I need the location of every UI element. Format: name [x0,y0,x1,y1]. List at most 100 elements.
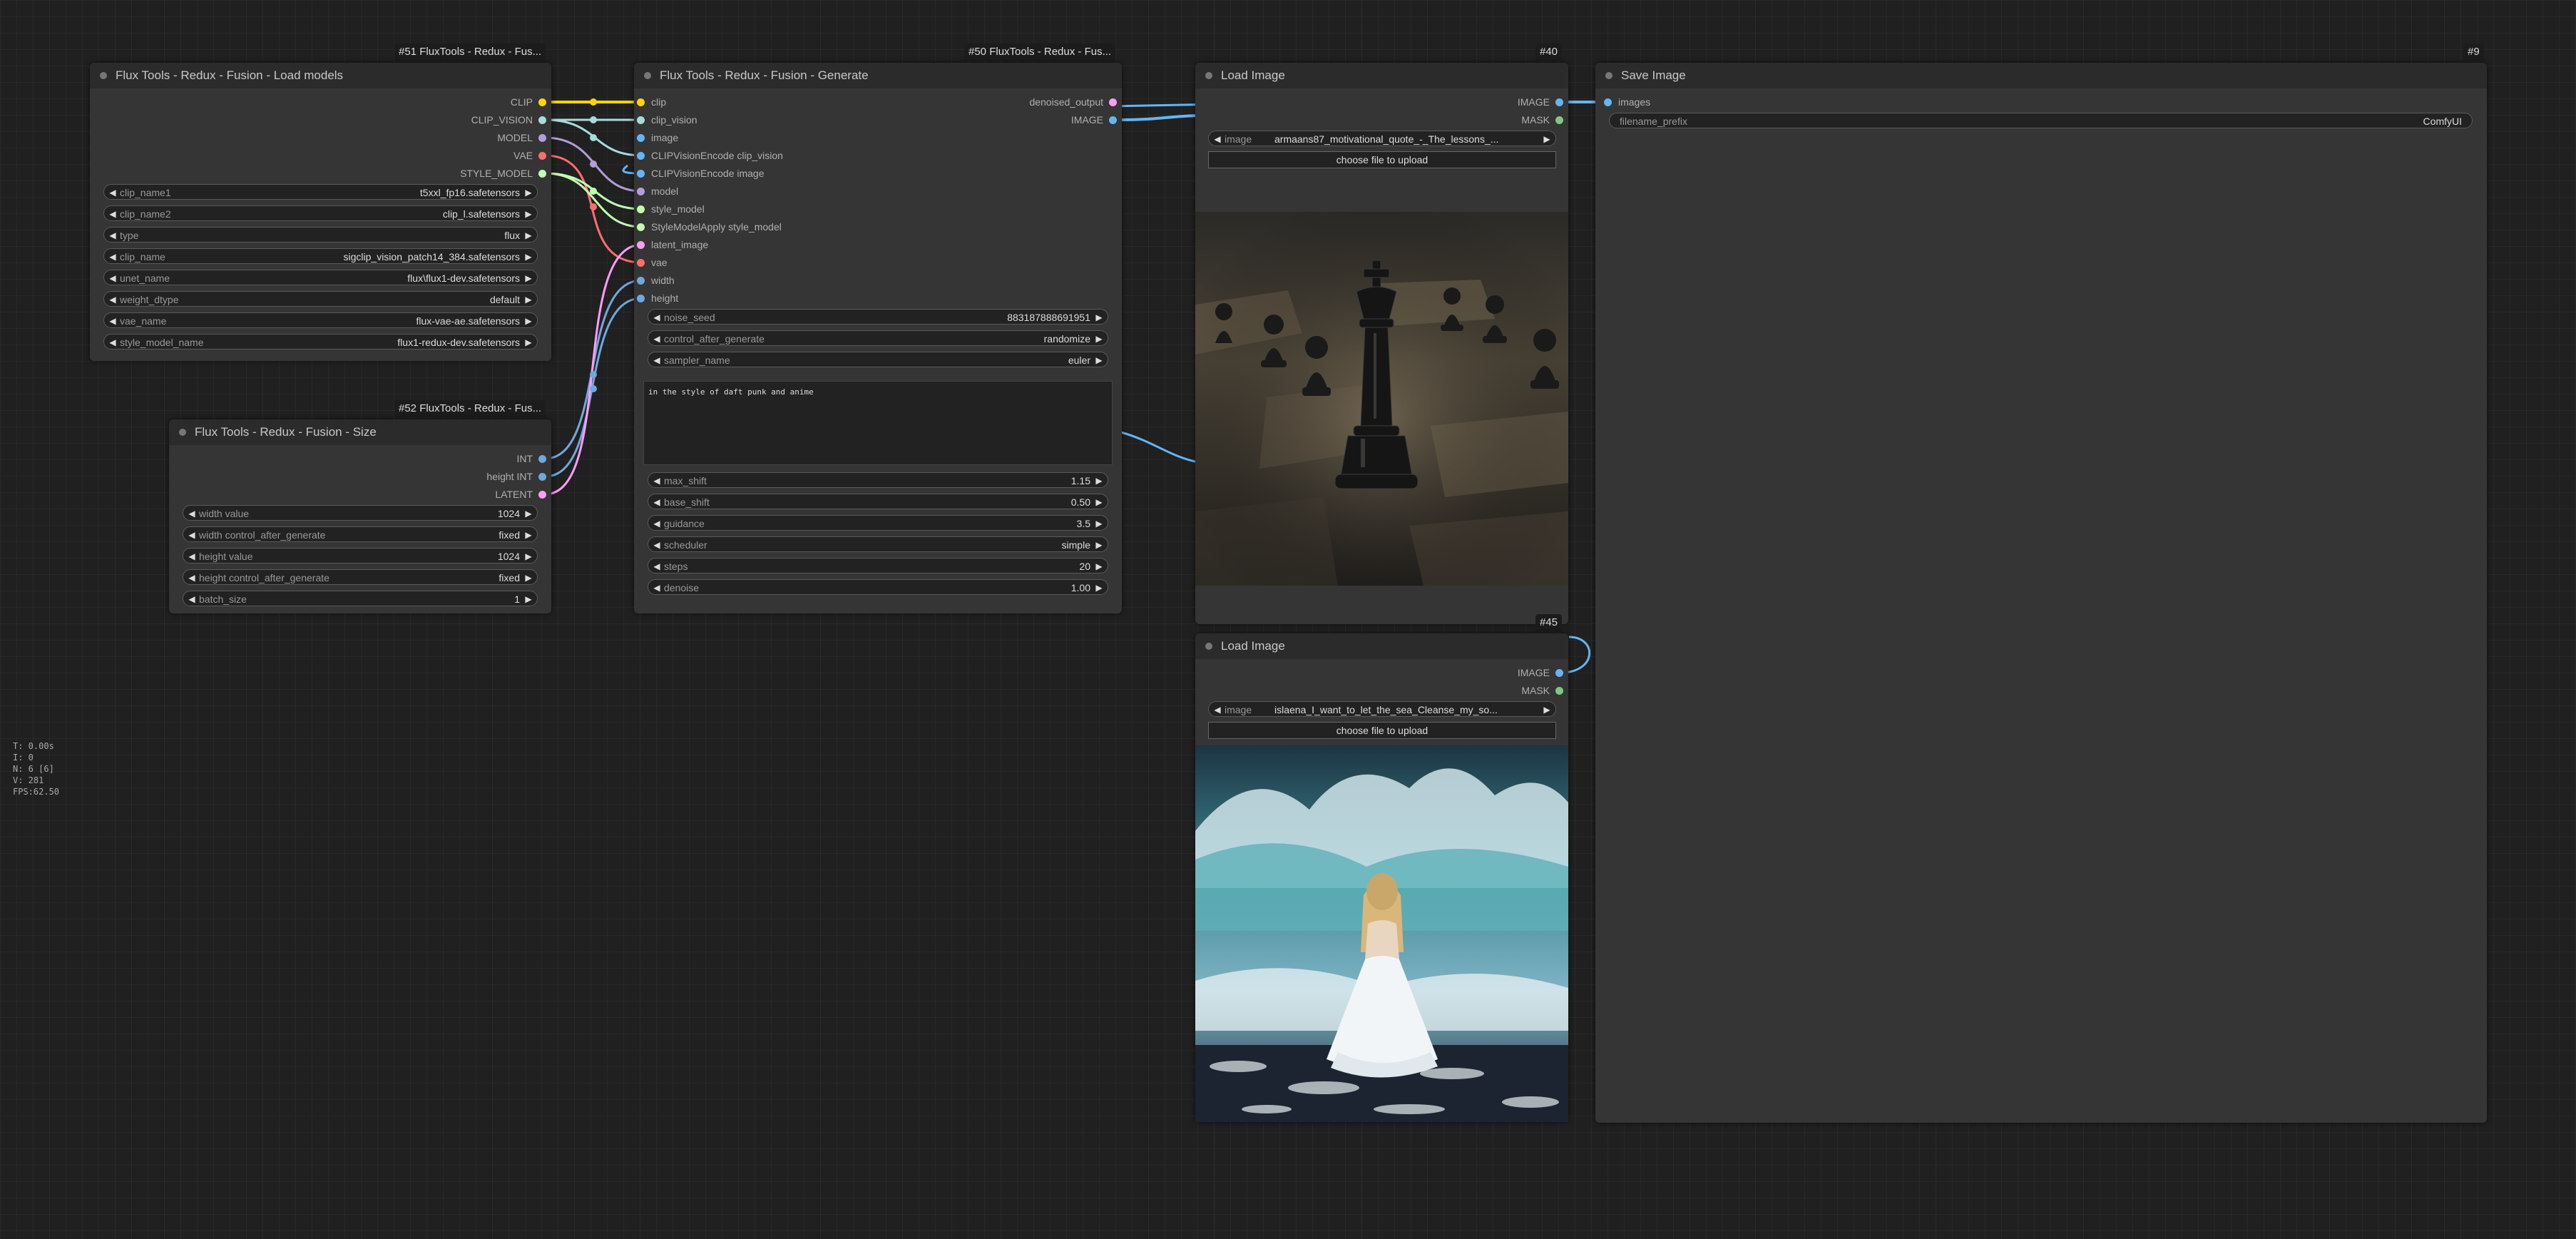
collapse-toggle-icon[interactable] [179,429,186,436]
wire-image-45-a [1120,431,1199,464]
node-header[interactable]: Load Image [1195,63,1568,88]
widget-guidance[interactable]: ◀ guidance 3.5 ▶ [648,515,1108,531]
output-latent[interactable]: LATENT [495,486,546,504]
widget-noise-seed[interactable]: ◀ noise_seed 883187888691951 ▶ [648,309,1108,325]
output-clip-vision[interactable]: CLIP_VISION [471,111,546,129]
wire-clip-vision-2 [544,118,643,157]
input-clip[interactable]: clip [637,93,666,111]
widget-type[interactable]: ◀ type flux ▶ [103,227,538,243]
widget-max-shift[interactable]: ◀ max_shift 1.15 ▶ [648,472,1108,488]
widget-control-after-generate[interactable]: ◀ control_after_generate randomize ▶ [648,330,1108,346]
widget-steps[interactable]: ◀ steps 20 ▶ [648,558,1108,573]
output-image[interactable]: IMAGE [1518,93,1563,111]
prompt-textarea[interactable]: in the style of daft punk and anime [643,381,1113,465]
widget-style-model-name[interactable]: ◀ style_model_name flux1-redux-dev.safeten… [103,334,538,350]
input-clipvisionencode-clip-vision[interactable]: CLIPVisionEncode clip_vision [637,147,783,165]
input-height[interactable]: height [637,290,678,307]
node-generate[interactable]: Flux Tools - Redux - Fusion - Generate c… [634,63,1122,613]
node-header[interactable]: Flux Tools - Redux - Fusion - Load model… [90,63,551,88]
output-style-model[interactable]: STYLE_MODEL [460,165,546,183]
wire-vae [544,154,643,264]
widget-denoise[interactable]: ◀ denoise 1.00 ▶ [648,579,1108,595]
collapse-toggle-icon[interactable] [1205,643,1212,650]
render-stats: T: 0.00s I: 0 N: 6 [6] V: 281 FPS:62.50 [13,741,60,797]
collapse-toggle-icon[interactable] [1605,72,1612,79]
node-id-badge-52: #52 FluxTools - Redux - Fus... [394,400,546,417]
widget-base-shift[interactable]: ◀ base_shift 0.50 ▶ [648,494,1108,509]
output-image[interactable]: IMAGE [1518,664,1563,682]
choose-file-upload-button[interactable]: choose file to upload [1208,151,1556,168]
widget-height-control[interactable]: ◀ height control_after_generate fixed ▶ [183,569,538,585]
output-clip[interactable]: CLIP [511,93,546,111]
output-height-int[interactable]: height INT [486,468,546,486]
node-title: Flux Tools - Redux - Fusion - Size [195,425,377,439]
wire-width [544,279,643,460]
widget-clip-name1[interactable]: ◀ clip_name1 t5xxl_fp16.safetensors ▶ [103,184,538,200]
wire-model [544,136,643,193]
wire-style-model-2 [544,172,643,228]
input-clip-vision[interactable]: clip_vision [637,111,697,129]
collapse-toggle-icon[interactable] [100,72,107,79]
input-images[interactable]: images [1604,93,1650,111]
node-size[interactable]: Flux Tools - Redux - Fusion - Size INT h… [169,419,551,613]
node-load-image-45[interactable]: Load Image IMAGE MASK ◀ image islaena_I_wa… [1195,633,1568,1122]
widget-vae-name[interactable]: ◀ vae_name flux-vae-ae.safetensors ▶ [103,312,538,328]
node-title: Load Image [1221,68,1285,82]
output-denoised[interactable]: denoised_output [1029,93,1117,111]
sea-photo-illustration [1195,745,1568,1122]
wire-height [544,297,643,478]
widget-weight-dtype[interactable]: ◀ weight_dtype default ▶ [103,291,538,307]
widget-height-value[interactable]: ◀ height value 1024 ▶ [183,548,538,564]
node-header[interactable]: Flux Tools - Redux - Fusion - Generate [634,63,1122,88]
input-latent-image[interactable]: latent_image [637,236,708,254]
input-width[interactable]: width [637,272,675,290]
node-load-models[interactable]: Flux Tools - Redux - Fusion - Load model… [90,63,551,361]
node-title: Flux Tools - Redux - Fusion - Load model… [116,68,344,82]
node-id-badge-45: #45 [1535,614,1563,631]
widget-width-control[interactable]: ◀ width control_after_generate fixed ▶ [183,526,538,542]
input-model[interactable]: model [637,183,678,200]
node-header[interactable]: Save Image [1595,63,2487,88]
widget-filename-prefix[interactable]: filename_prefix ComfyUI [1609,113,2473,128]
node-load-image-40[interactable]: Load Image IMAGE MASK ◀ image armaans87_mo… [1195,63,1568,624]
wire-style-model-1 [544,172,643,210]
output-mask[interactable]: MASK [1521,682,1563,700]
widget-clip-name2[interactable]: ◀ clip_name2 clip_l.safetensors ▶ [103,205,538,221]
widget-clip-name[interactable]: ◀ clip_name sigclip_vision_patch14_384.saf… [103,248,538,264]
output-image[interactable]: IMAGE [1071,111,1117,129]
input-style-model[interactable]: style_model [637,200,705,218]
node-id-badge-40: #40 [1535,44,1563,61]
image-preview-sea [1195,745,1568,1122]
node-save-image[interactable]: Save Image images filename_prefix ComfyUI [1595,63,2487,1123]
node-id-badge-51: #51 FluxTools - Redux - Fus... [394,44,546,61]
chess-photo-illustration [1195,212,1568,586]
collapse-toggle-icon[interactable] [1205,72,1212,79]
node-id-badge-50: #50 FluxTools - Redux - Fus... [964,44,1116,61]
widget-batch-size[interactable]: ◀ batch_size 1 ▶ [183,591,538,606]
wire-latent [544,243,643,496]
widget-width-value[interactable]: ◀ width value 1024 ▶ [183,505,538,521]
output-vae[interactable]: VAE [513,147,546,165]
output-mask[interactable]: MASK [1521,111,1563,129]
widget-scheduler[interactable]: ◀ scheduler simple ▶ [648,536,1108,552]
widget-sampler-name[interactable]: ◀ sampler_name euler ▶ [648,352,1108,367]
widget-image-select[interactable]: ◀ image armaans87_motivational_quote_-_The… [1208,131,1556,146]
output-width-int[interactable]: INT [516,450,546,468]
widget-unet-name[interactable]: ◀ unet_name flux\flux1-dev.safetensors ▶ [103,270,538,285]
input-vae[interactable]: vae [637,254,668,272]
output-model[interactable]: MODEL [497,129,546,147]
image-preview-chess [1195,212,1568,586]
node-header[interactable]: Load Image [1195,633,1568,659]
node-id-badge-9: #9 [2463,44,2484,61]
node-title: Load Image [1221,639,1285,653]
choose-file-upload-button[interactable]: choose file to upload [1208,722,1556,739]
node-graph-canvas[interactable]: #51 FluxTools - Redux - Fus... Flux Tool… [0,0,2576,1239]
input-image[interactable]: image [637,129,678,147]
widget-image-select[interactable]: ◀ image islaena_I_want_to_let_the_sea_Clea… [1208,701,1556,717]
node-header[interactable]: Flux Tools - Redux - Fusion - Size [169,419,551,445]
input-clipvisionencode-image[interactable]: CLIPVisionEncode image [637,165,765,183]
node-title: Flux Tools - Redux - Fusion - Generate [660,68,869,82]
input-stylemodelapply-style-model[interactable]: StyleModelApply style_model [637,218,782,236]
collapse-toggle-icon[interactable] [644,72,651,79]
wire-generate-to-load [1120,114,1199,121]
